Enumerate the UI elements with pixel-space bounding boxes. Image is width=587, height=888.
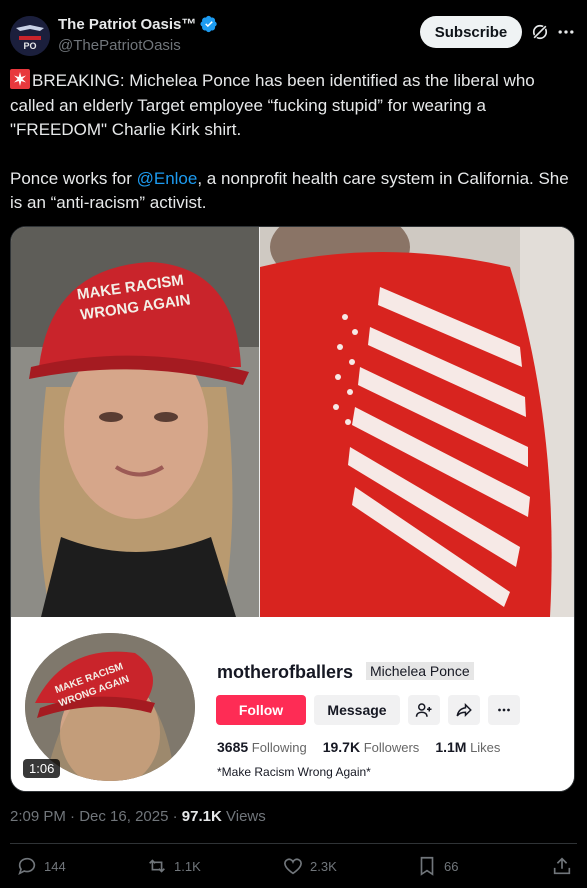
siren-icon [10,69,30,89]
grok-icon[interactable] [530,22,550,42]
photo-freedom-shirt [260,227,574,617]
like-count: 2.3K [310,858,337,874]
bookmark-count: 66 [444,858,459,874]
divider [10,843,577,844]
author-name-row: The Patriot Oasis™ [58,15,218,33]
photo-woman-red-hat: MAKE RACISM WRONG AGAIN [11,227,259,617]
stat-likes: 1.1M Likes [435,739,501,755]
repost-icon [149,859,165,873]
tweet-actions: 144 1.1K 2.3K 66 [0,855,587,885]
reply-icon [18,857,36,875]
bookmark-icon [420,856,434,876]
stat-following: 3685 Following [217,739,307,755]
tweet-text-line-2-prefix: Ponce works for [10,168,137,188]
follow-button: Follow [216,695,306,725]
tweet-time[interactable]: 2:09 PM [10,808,66,825]
tweet-paragraph-2: Ponce works for @Enloe, a nonprofit heal… [10,167,570,216]
message-button: Message [314,695,400,725]
tweet-header: PO The Patriot Oasis™ @ThePatriotOasis S… [0,0,587,64]
tiktok-profile-card: MAKE RACISM WRONG AGAIN 1:06 motherofbal… [11,617,574,791]
bookmark-button[interactable]: 66 [416,855,458,877]
verified-badge-icon [200,15,218,33]
author-display-name[interactable]: The Patriot Oasis™ [58,16,196,33]
tweet-media[interactable]: MAKE RACISM WRONG AGAIN MAKE RACISM WRON… [10,226,575,792]
tweet-text: BREAKING: Michelea Ponce has been identi… [10,69,570,216]
author-avatar[interactable]: PO [10,16,50,56]
more-icon [488,695,520,725]
reply-count: 144 [44,858,66,874]
profile-stats: 3685 Following 19.7K Followers 1.1M Like… [217,739,500,755]
tweet-paragraph-1: BREAKING: Michelea Ponce has been identi… [10,69,570,143]
tweet-text-line-1: BREAKING: Michelea Ponce has been identi… [10,71,535,139]
profile-username: motherofballers [217,662,354,682]
add-friend-icon [408,695,440,725]
like-button[interactable]: 2.3K [282,855,337,877]
repost-button[interactable]: 1.1K [146,855,201,877]
views-count: 97.1K [181,808,222,825]
reply-button[interactable]: 144 [16,855,66,877]
more-options-icon[interactable] [556,22,576,42]
tweet-meta: 2:09 PM · Dec 16, 2025 · 97.1K Views [10,808,266,825]
profile-real-name: Michelea Ponce [366,662,474,680]
author-handle[interactable]: @ThePatriotOasis [58,37,181,54]
share-button[interactable] [551,855,573,877]
share-icon [448,695,480,725]
views-label: Views [226,808,266,825]
video-duration: 1:06 [23,759,61,778]
upload-share-icon [553,857,571,875]
profile-bio: *Make Racism Wrong Again* [217,765,371,779]
subscribe-button[interactable]: Subscribe [420,16,522,48]
stat-followers: 19.7K Followers [322,739,420,755]
heart-icon [284,858,302,875]
repost-count: 1.1K [174,858,201,874]
svg-text:PO: PO [23,41,36,51]
tweet-date[interactable]: Dec 16, 2025 [79,808,168,825]
mention-link[interactable]: @Enloe [137,169,198,188]
